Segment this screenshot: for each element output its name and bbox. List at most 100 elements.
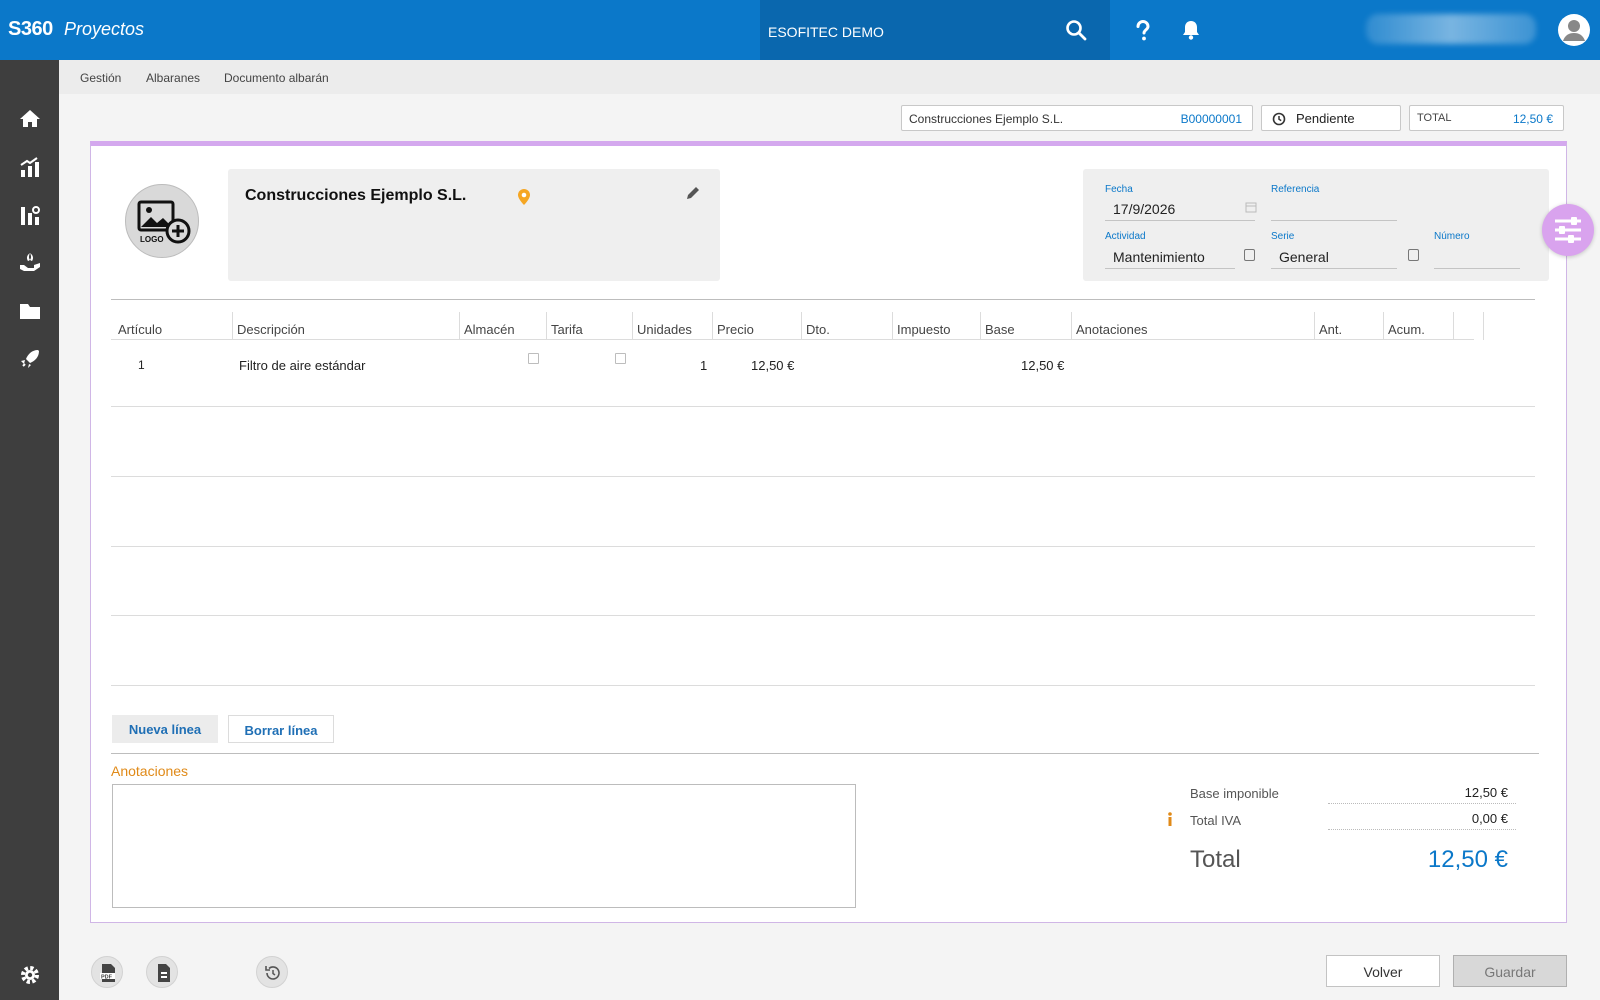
row-divider	[111, 476, 1535, 477]
client-name: Construcciones Ejemplo S.L.	[245, 187, 467, 204]
cell-precio[interactable]: 12,50 €	[751, 358, 794, 373]
col-descripcion: Descripción	[237, 322, 305, 337]
actividad-label: Actividad	[1105, 231, 1146, 242]
analytics-icon[interactable]	[18, 203, 42, 227]
fecha-input[interactable]: 17/9/2026	[1105, 197, 1255, 221]
col-anotaciones: Anotaciones	[1076, 322, 1148, 337]
info-icon[interactable]	[1166, 812, 1174, 826]
user-avatar[interactable]	[1558, 14, 1590, 46]
serie-picker-icon[interactable]	[1408, 249, 1419, 261]
header-underline	[111, 339, 1474, 340]
volver-button[interactable]: Volver	[1326, 955, 1440, 987]
filter-options-button[interactable]	[1542, 204, 1594, 256]
cell-articulo[interactable]: 1	[138, 358, 145, 372]
export-document-button[interactable]	[146, 956, 178, 988]
edit-pencil-icon[interactable]	[685, 185, 701, 201]
cell-unidades[interactable]: 1	[700, 358, 707, 373]
document-icon	[158, 964, 170, 982]
col-almacen: Almacén	[464, 322, 515, 337]
settings-gear-icon[interactable]	[18, 963, 42, 987]
company-selector[interactable]: ESOFITEC DEMO	[760, 0, 1110, 60]
numero-input[interactable]	[1434, 245, 1520, 269]
annotations-textarea[interactable]	[112, 784, 856, 908]
history-icon	[265, 966, 280, 980]
calendar-icon[interactable]	[1245, 201, 1257, 213]
logo-text: LOGO	[140, 235, 164, 244]
col-unidades: Unidades	[637, 322, 692, 337]
sliders-icon	[1555, 217, 1581, 243]
crumb-albaranes[interactable]: Albaranes	[146, 71, 200, 85]
almacen-checkbox[interactable]	[528, 353, 539, 364]
hand-plant-icon[interactable]	[18, 251, 42, 275]
header-total-value: 12,50 €	[1512, 112, 1553, 126]
col-separator	[232, 312, 233, 340]
location-pin-icon[interactable]	[518, 189, 530, 205]
bell-icon[interactable]	[1179, 18, 1203, 42]
total-value: 12,50 €	[1427, 846, 1508, 873]
guardar-button[interactable]: Guardar	[1453, 955, 1567, 987]
tarifa-checkbox[interactable]	[615, 353, 626, 364]
export-pdf-button[interactable]: PDF	[91, 956, 123, 988]
brand-logo[interactable]: S360	[8, 18, 53, 41]
header-total-field: TOTAL 12,50 €	[1409, 105, 1564, 131]
referencia-input[interactable]	[1271, 197, 1397, 221]
col-articulo: Artículo	[118, 322, 163, 337]
col-dto: Dto.	[806, 322, 830, 337]
col-acum: Acum.	[1388, 322, 1425, 337]
user-name-blurred[interactable]	[1366, 14, 1536, 44]
help-icon[interactable]	[1131, 18, 1155, 42]
borrar-linea-button[interactable]: Borrar línea	[228, 715, 334, 743]
col-separator	[1453, 312, 1454, 340]
table-top-divider	[111, 299, 1535, 300]
sidebar	[0, 60, 59, 1000]
actividad-picker-icon[interactable]	[1244, 249, 1255, 261]
rocket-icon[interactable]	[18, 347, 42, 371]
base-imponible-label: Base imponible	[1190, 786, 1279, 801]
status-field[interactable]: Pendiente	[1261, 105, 1401, 131]
serie-select[interactable]: General	[1271, 245, 1397, 269]
folder-icon[interactable]	[18, 299, 42, 323]
summary-divider	[1328, 803, 1516, 804]
col-separator	[1071, 312, 1072, 340]
col-impuesto: Impuesto	[897, 322, 951, 337]
col-separator	[632, 312, 633, 340]
nueva-linea-button[interactable]: Nueva línea	[112, 715, 218, 743]
row-divider	[111, 615, 1535, 616]
cell-descripcion[interactable]: Filtro de aire estándar	[239, 358, 365, 373]
numero-label: Número	[1434, 231, 1470, 242]
cell-base: 12,50 €	[1021, 358, 1065, 373]
add-image-icon: LOGO	[137, 200, 191, 244]
total-iva-value: 0,00 €	[1471, 811, 1508, 826]
user-icon	[1563, 20, 1585, 41]
col-precio: Precio	[717, 322, 754, 337]
home-icon[interactable]	[18, 107, 42, 131]
logo-placeholder[interactable]: LOGO	[125, 184, 199, 258]
document-card: LOGO Construcciones Ejemplo S.L. Fecha 1…	[90, 141, 1567, 923]
search-icon[interactable]	[1064, 18, 1088, 42]
base-imponible-value: 12,50 €	[1464, 785, 1508, 800]
pdf-icon: PDF	[100, 964, 115, 982]
document-meta-box: Fecha 17/9/2026 Referencia Actividad Man…	[1083, 169, 1549, 281]
col-separator	[1483, 312, 1484, 340]
col-separator	[546, 312, 547, 340]
summary-divider	[1328, 829, 1516, 830]
col-base: Base	[985, 322, 1015, 337]
header-client-name: Construcciones Ejemplo S.L.	[909, 112, 1064, 126]
col-separator	[801, 312, 802, 340]
breadcrumb: Gestión Albaranes Documento albarán	[59, 60, 1600, 94]
col-separator	[1314, 312, 1315, 340]
crumb-documento: Documento albarán	[224, 71, 329, 85]
status-text: Pendiente	[1296, 111, 1355, 126]
col-tarifa: Tarifa	[551, 322, 583, 337]
history-button[interactable]	[256, 956, 288, 988]
chart-growth-icon[interactable]	[18, 155, 42, 179]
col-separator	[892, 312, 893, 340]
annotations-divider	[111, 753, 1539, 754]
serie-label: Serie	[1271, 231, 1295, 242]
header-doc-number[interactable]: B00000001	[1181, 112, 1242, 126]
crumb-gestion[interactable]: Gestión	[80, 71, 121, 85]
header-client-field[interactable]: Construcciones Ejemplo S.L. B00000001	[901, 105, 1253, 131]
actividad-select[interactable]: Mantenimiento	[1105, 245, 1235, 269]
col-separator	[980, 312, 981, 340]
fecha-label: Fecha	[1105, 184, 1133, 195]
